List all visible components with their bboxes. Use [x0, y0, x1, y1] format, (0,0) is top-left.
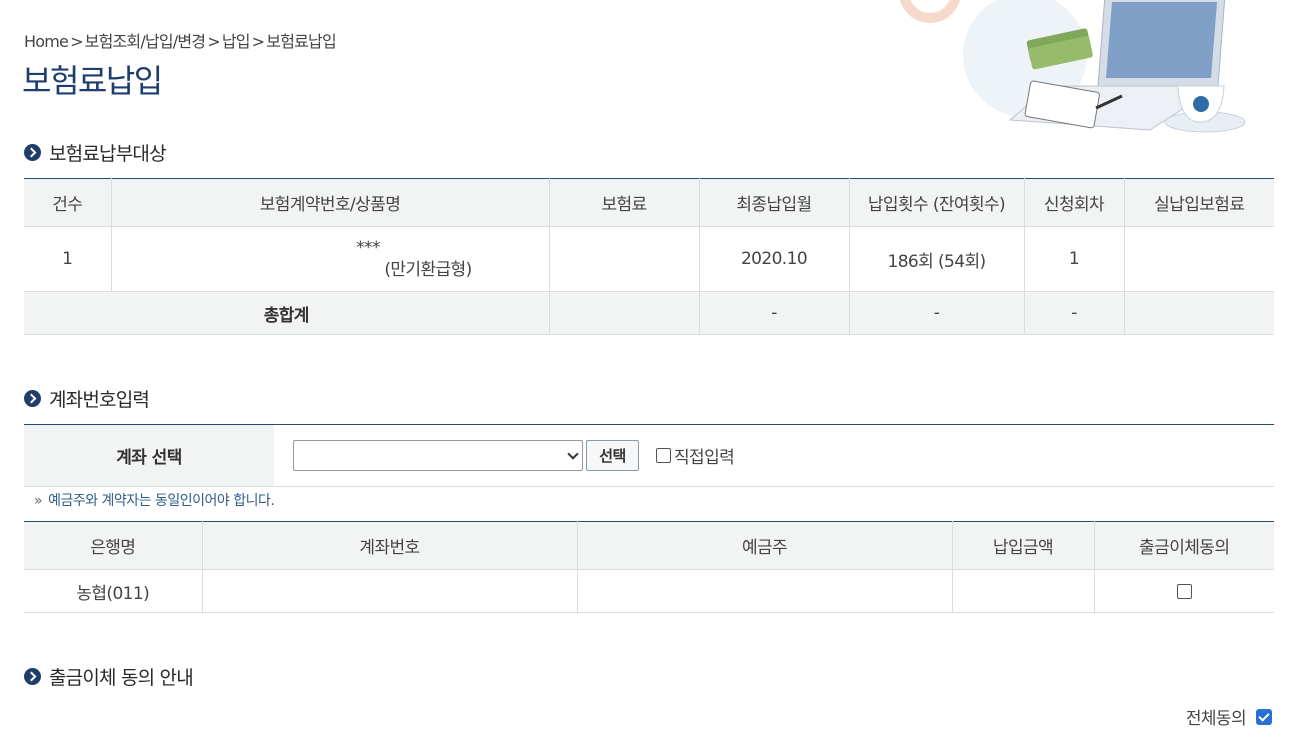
section-title-withdraw-notice: 출금이체 동의 안내 [24, 663, 194, 690]
total-row: 총합계 - - - [24, 291, 1274, 335]
table-row: 1 *** (만기환급형) 2020.10 186회 (54회) 1 [24, 226, 1274, 292]
table-row: 농협(011) [24, 569, 1274, 613]
col-header-contract: 보험계약번호/상품명 [110, 178, 549, 227]
agree-all[interactable]: 전체동의 [1186, 704, 1272, 729]
section-title-text: 계좌번호입력 [49, 389, 150, 411]
laptop-screen [1106, 2, 1217, 78]
cell-amount [951, 569, 1094, 613]
chevron-right-icon [24, 390, 41, 407]
agree-all-label: 전체동의 [1185, 709, 1247, 729]
chevron-right-icon [24, 668, 41, 685]
chevron-down-icon [567, 448, 579, 460]
section-title-text: 출금이체 동의 안내 [49, 667, 194, 689]
premium-target-table: 건수 보험계약번호/상품명 보험료 최종납입월 납입횟수 (잔여횟수) 신청회차… [24, 178, 1274, 335]
total-last-month: - [698, 291, 849, 335]
section-title-account: 계좌번호입력 [24, 385, 150, 412]
table-header-row: 은행명 계좌번호 예금주 납입금액 출금이체동의 [24, 521, 1274, 570]
col-header-bank: 은행명 [24, 521, 202, 570]
breadcrumb-separator: > [207, 32, 220, 51]
total-times: - [848, 291, 1024, 335]
account-select-row: 계좌 선택 선택 직접입력 [24, 424, 1274, 487]
direct-input-option[interactable]: 직접입력 [656, 443, 735, 468]
cell-apply: 1 [1023, 226, 1124, 292]
breadcrumb-item[interactable]: 보험조회/납입/변경 [85, 32, 206, 51]
col-header-withdraw-agree: 출금이체동의 [1093, 521, 1274, 570]
cell-last-month: 2020.10 [698, 226, 849, 292]
product-name: (만기환급형) [384, 260, 472, 280]
total-actual [1123, 291, 1274, 335]
breadcrumb-home[interactable]: Home [24, 32, 69, 51]
page-title: 보험료납입 [22, 62, 163, 100]
breadcrumb-item[interactable]: 납입 [222, 32, 251, 51]
cell-times: 186회 (54회) [848, 226, 1024, 292]
notice-text: » 예금주와 계약자는 동일인이어야 합니다. [34, 490, 275, 510]
chevron-right-icon [24, 144, 41, 161]
withdraw-agree-checkbox[interactable] [1176, 583, 1192, 599]
col-header-actual: 실납입보험료 [1123, 178, 1274, 227]
select-button[interactable]: 선택 [586, 440, 639, 471]
direct-input-checkbox[interactable] [656, 448, 671, 463]
breadcrumb-current: 보험료납입 [266, 32, 336, 51]
account-dropdown[interactable] [293, 440, 583, 471]
cell-contract: *** (만기환급형) [110, 226, 549, 292]
cell-withdraw-agree [1093, 569, 1274, 613]
contract-number: *** [356, 238, 380, 258]
cell-holder [576, 569, 952, 613]
table-header-row: 건수 보험계약번호/상품명 보험료 최종납입월 납입횟수 (잔여횟수) 신청회차… [24, 178, 1274, 227]
col-header-holder: 예금주 [576, 521, 952, 570]
notice-message: 예금주와 계약자는 동일인이어야 합니다. [48, 493, 275, 509]
decor-ring [900, 0, 960, 23]
section-title-text: 보험료납부대상 [49, 143, 167, 165]
col-header-times: 납입횟수 (잔여횟수) [848, 178, 1024, 227]
breadcrumb: Home > 보험조회/납입/변경 > 납입 > 보험료납입 [24, 28, 337, 52]
notice-mark: » [34, 493, 43, 509]
cell-premium [548, 226, 699, 292]
section-title-target: 보험료납부대상 [24, 139, 167, 166]
cell-account-no [201, 569, 577, 613]
col-header-account-no: 계좌번호 [201, 521, 577, 570]
col-header-premium: 보험료 [548, 178, 699, 227]
col-header-last-month: 최종납입월 [698, 178, 849, 227]
cell-count: 1 [24, 226, 111, 292]
breadcrumb-separator: > [70, 32, 83, 51]
cell-actual [1123, 226, 1274, 292]
total-premium [548, 291, 699, 335]
account-select-label: 계좌 선택 [24, 425, 274, 486]
cell-bank: 농협(011) [24, 569, 202, 613]
total-apply: - [1023, 291, 1124, 335]
account-table: 은행명 계좌번호 예금주 납입금액 출금이체동의 농협(011) [24, 521, 1274, 613]
direct-input-label: 직접입력 [674, 448, 735, 468]
col-header-apply: 신청회차 [1023, 178, 1124, 227]
agree-all-checkbox[interactable] [1256, 708, 1272, 725]
total-label: 총합계 [24, 291, 549, 335]
col-header-amount: 납입금액 [951, 521, 1094, 570]
col-header-count: 건수 [24, 178, 111, 227]
hero-illustration [900, 0, 1246, 133]
breadcrumb-separator: > [251, 32, 265, 51]
